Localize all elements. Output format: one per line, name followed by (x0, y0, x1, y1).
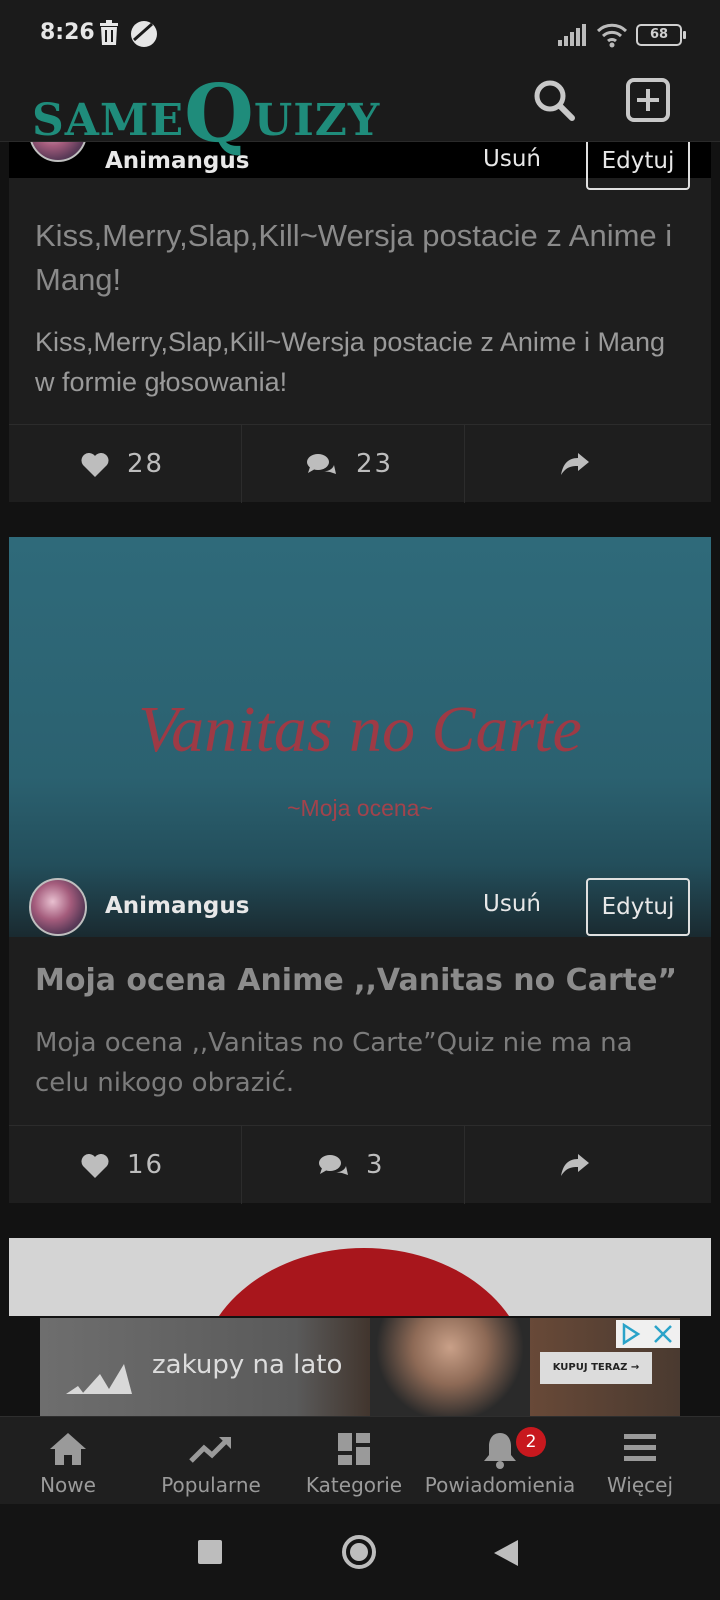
nav-item-kategorie[interactable]: Kategorie (298, 1417, 410, 1505)
close-icon[interactable] (652, 1323, 674, 1345)
nav-item-nowe[interactable]: Nowe (18, 1417, 118, 1505)
nav-item-popularne[interactable]: Popularne (150, 1417, 272, 1505)
ad-person-image (370, 1318, 530, 1416)
quiz-title[interactable]: Moja ocena Anime ,,Vanitas no Carte” (35, 961, 685, 1001)
ad-choices-icon[interactable] (620, 1323, 642, 1345)
like-button[interactable]: 28 (9, 425, 241, 503)
ad-banner[interactable]: zakupy na lato KUPUJ TERAZ → (40, 1318, 680, 1416)
delete-button[interactable]: Usuń (483, 146, 541, 172)
app-notification-icon (131, 21, 157, 47)
recents-icon[interactable] (198, 1540, 222, 1564)
banner-subtitle: ~Moja ocena~ (287, 795, 433, 821)
nav-label: Popularne (161, 1473, 261, 1497)
logo-text-uizy: uizy (253, 95, 381, 146)
app-header: sameQuizy (0, 56, 720, 160)
nav-label: Nowe (40, 1473, 96, 1497)
nav-label: Więcej (606, 1473, 674, 1497)
grid-icon (338, 1433, 370, 1465)
search-icon[interactable] (530, 76, 578, 124)
nav-label: Powiadomienia (424, 1473, 576, 1497)
share-icon (561, 453, 589, 475)
bell-icon (484, 1433, 516, 1469)
bottom-navigation: Nowe Popularne Kategorie 2 Powiadomienia… (0, 1416, 720, 1504)
share-button[interactable] (465, 1126, 711, 1204)
comment-button[interactable]: 3 (242, 1126, 464, 1204)
share-icon (561, 1154, 589, 1176)
home-icon (50, 1433, 86, 1465)
trash-notification-icon (100, 20, 118, 45)
battery-indicator: 68 (636, 24, 686, 46)
quiz-description: Kiss,Merry,Slap,Kill~Wersja postacie z A… (35, 327, 665, 397)
home-system-icon[interactable] (341, 1534, 377, 1570)
avatar[interactable] (29, 878, 87, 936)
heart-icon (81, 1154, 109, 1178)
nav-item-powiadomienia[interactable]: 2 Powiadomienia (424, 1417, 576, 1505)
like-button[interactable]: 16 (9, 1126, 241, 1204)
comment-count: 3 (366, 1150, 385, 1180)
wifi-icon (596, 23, 628, 48)
adidas-logo-icon (66, 1364, 132, 1394)
quiz-description: Moja ocena ,,Vanitas no Carte”Quiz nie m… (35, 1028, 633, 1098)
card-actions: 28 23 (9, 424, 711, 503)
quiz-banner-image[interactable] (199, 1248, 529, 1316)
logo-text-same: same (32, 95, 185, 146)
quiz-banner-image[interactable]: Vanitas no Carte ~Moja ocena~ (9, 537, 711, 937)
back-icon[interactable] (494, 1540, 518, 1566)
ad-cta-button[interactable]: KUPUJ TERAZ → (540, 1352, 652, 1384)
ad-choices[interactable] (616, 1320, 680, 1348)
samequizy-logo[interactable]: sameQuizy (32, 60, 381, 160)
plus-square-icon[interactable] (624, 76, 672, 124)
heart-icon (81, 453, 109, 477)
status-bar: 8:26 68 (0, 0, 720, 56)
quiz-feed[interactable]: Animangus Usuń Edytuj Kiss,Merry,Slap,Ki… (0, 142, 720, 1316)
comment-button[interactable]: 23 (242, 425, 464, 503)
delete-button[interactable]: Usuń (483, 891, 541, 917)
like-count: 16 (127, 1150, 165, 1180)
quiz-title[interactable]: Kiss,Merry,Slap,Kill~Wersja postacie z A… (35, 214, 685, 302)
edit-button[interactable]: Edytuj (586, 142, 690, 190)
quiz-card[interactable]: Vanitas no Carte ~Moja ocena~ Animangus … (9, 537, 711, 1204)
nav-item-wiecej[interactable]: Więcej (590, 1417, 690, 1505)
card-actions: 16 3 (9, 1125, 711, 1204)
comment-count: 23 (356, 449, 394, 479)
logo-text-q: Q (184, 66, 254, 160)
banner-title: Vanitas no Carte (138, 693, 582, 766)
system-navigation-bar (0, 1504, 720, 1600)
trending-icon (189, 1437, 231, 1463)
author-name[interactable]: Animangus (105, 893, 249, 919)
ad-text: zakupy na lato (152, 1350, 343, 1380)
quiz-card[interactable] (9, 1238, 711, 1316)
notification-badge: 2 (516, 1427, 546, 1457)
edit-button[interactable]: Edytuj (586, 878, 690, 936)
signal-icon (558, 24, 586, 46)
menu-icon (624, 1434, 656, 1461)
nav-label: Kategorie (305, 1473, 403, 1497)
quiz-card[interactable]: Animangus Usuń Edytuj Kiss,Merry,Slap,Ki… (9, 142, 711, 503)
comments-icon (307, 454, 336, 474)
status-time: 8:26 (40, 20, 95, 45)
comments-icon (319, 1155, 348, 1175)
share-button[interactable] (465, 425, 711, 503)
like-count: 28 (127, 449, 165, 479)
